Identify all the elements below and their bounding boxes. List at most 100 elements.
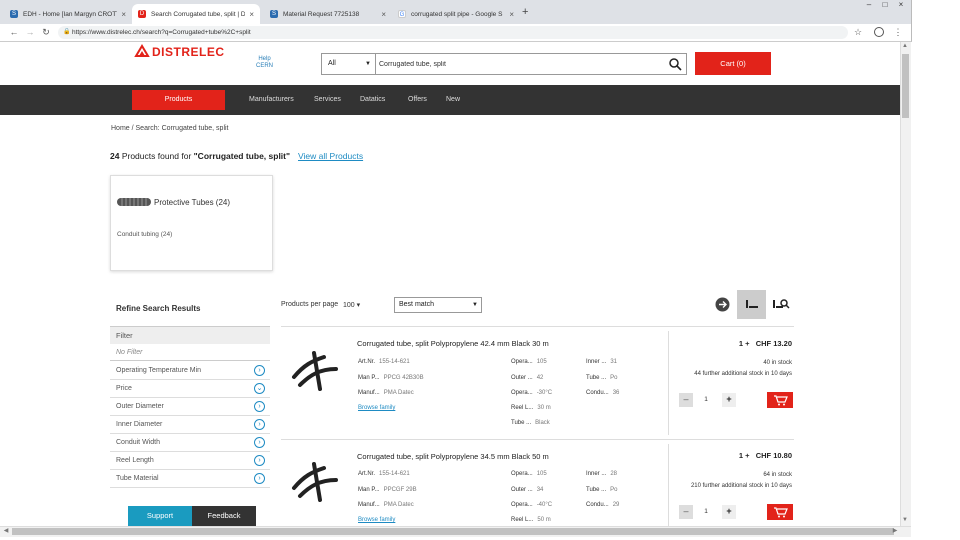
facet-label: Operating Temperature Min	[116, 367, 202, 374]
feedback-button[interactable]: Feedback	[192, 506, 256, 526]
tab-title: Search Corrugated tube, split | D	[151, 10, 246, 18]
close-icon[interactable]: ×	[249, 10, 254, 19]
facet-conduit-width[interactable]: Conduit Width ›	[110, 434, 270, 452]
category-name[interactable]: Protective Tubes (24)	[154, 198, 230, 207]
caret-down-icon: ▼	[365, 61, 371, 67]
view-all-products-link[interactable]: View all Products	[298, 151, 363, 161]
tab-search-distrelec[interactable]: D Search Corrugated tube, split | D ×	[132, 4, 260, 24]
chevron-right-icon[interactable]: ›	[254, 437, 265, 448]
qty-decrease-button[interactable]: –	[679, 393, 693, 407]
product-title[interactable]: Corrugated tube, split Polypropylene 34.…	[357, 452, 549, 461]
tab-bar: S EDH - Home [Ian Margyn CROTT/ × D Sear…	[0, 0, 912, 24]
chevron-right-icon[interactable]: ›	[254, 455, 265, 466]
compare-view-icon[interactable]	[708, 290, 737, 319]
facet-label: Tube Material	[116, 475, 159, 482]
spec-key: Inner ...	[586, 471, 607, 477]
tab-google[interactable]: G corrugated split pipe - Google S ×	[392, 4, 520, 24]
distrelec-logo-icon	[134, 44, 150, 57]
product-image	[292, 351, 338, 391]
chevron-right-icon[interactable]: ›	[254, 365, 265, 376]
add-to-cart-button[interactable]	[767, 392, 793, 408]
url-text: https://www.distrelec.ch/search?q=Corrug…	[72, 29, 251, 36]
scroll-up-arrow-icon[interactable]: ▲	[900, 43, 910, 49]
category-card[interactable]: Protective Tubes (24) Conduit tubing (24…	[110, 175, 273, 271]
chevron-right-icon[interactable]: ›	[254, 401, 265, 412]
main-nav: Products Manufacturers Services Datatics…	[0, 85, 900, 115]
search-category-value: All	[328, 60, 336, 67]
window-close-icon[interactable]: ×	[894, 0, 908, 10]
menu-dots-icon[interactable]: ⋮	[892, 27, 904, 38]
search-category-select[interactable]: All ▼	[322, 54, 376, 74]
spec-tube-colour: Tube ... Black	[511, 420, 550, 426]
nav-offers[interactable]: Offers	[408, 85, 427, 115]
distrelec-logo[interactable]: DISTRELEC	[152, 45, 225, 59]
product-title[interactable]: Corrugated tube, split Polypropylene 42.…	[357, 339, 549, 348]
qty-input[interactable]: 1	[697, 393, 715, 407]
facet-outer-diameter[interactable]: Outer Diameter ›	[110, 398, 270, 416]
scroll-down-arrow-icon[interactable]: ▼	[900, 517, 910, 523]
close-icon[interactable]: ×	[509, 10, 514, 19]
filter-header: Filter	[110, 326, 270, 344]
spec-key: Opera...	[511, 471, 533, 477]
stock-info: 64 in stock	[763, 472, 792, 478]
facet-tube-material[interactable]: Tube Material ›	[110, 470, 270, 488]
chevron-right-icon[interactable]: ›	[254, 473, 265, 484]
facet-operating-temperature[interactable]: Operating Temperature Min ›	[110, 362, 270, 380]
support-button[interactable]: Support	[128, 506, 192, 526]
vertical-scroll-thumb[interactable]	[902, 54, 909, 118]
nav-manufacturers[interactable]: Manufacturers	[249, 85, 294, 115]
minimize-icon[interactable]: –	[862, 0, 876, 10]
forward-icon[interactable]: →	[24, 27, 36, 37]
facet-reel-length[interactable]: Reel Length ›	[110, 452, 270, 470]
browse-family-link[interactable]: Browse family	[358, 405, 395, 411]
scroll-right-arrow-icon[interactable]: ▶	[890, 527, 900, 534]
back-icon[interactable]: ←	[8, 27, 20, 37]
sort-select[interactable]: Best match ▼	[394, 297, 482, 313]
facet-price[interactable]: Price ⌄	[110, 380, 270, 398]
facet-label: Price	[116, 385, 132, 392]
breadcrumb[interactable]: Home / Search: Corrugated tube, split	[111, 125, 229, 132]
qty-decrease-button[interactable]: –	[679, 505, 693, 519]
spec-value: -40°C	[536, 502, 553, 508]
spec-key: Art.Nr.	[358, 359, 376, 365]
chevron-right-icon[interactable]: ›	[254, 419, 265, 430]
nav-products[interactable]: Products	[132, 90, 225, 110]
horizontal-scroll-thumb[interactable]	[12, 528, 894, 535]
url-field[interactable]: 🔒 https://www.distrelec.ch/search?q=Corr…	[58, 26, 848, 39]
search-input[interactable]	[378, 54, 658, 74]
add-to-cart-button[interactable]	[767, 504, 793, 520]
nav-datatics[interactable]: Datatics	[360, 85, 385, 115]
cart-button[interactable]: Cart (0)	[695, 52, 771, 75]
facet-inner-diameter[interactable]: Inner Diameter ›	[110, 416, 270, 434]
qty-increase-button[interactable]: +	[722, 393, 736, 407]
spec-key: Condu...	[586, 390, 609, 396]
spec-reel-length: Reel L... 30 m	[511, 405, 551, 411]
maximize-icon[interactable]: □	[878, 0, 892, 10]
tab-edh[interactable]: S EDH - Home [Ian Margyn CROTT/ ×	[4, 4, 132, 24]
spec-key: Outer ...	[511, 375, 533, 381]
cern-link[interactable]: Help CERN	[256, 56, 273, 70]
chevron-down-icon[interactable]: ⌄	[254, 383, 265, 394]
qty-input[interactable]: 1	[697, 505, 715, 519]
products-per-page-select[interactable]: 100 ▾	[343, 301, 360, 309]
close-icon[interactable]: ×	[121, 10, 126, 19]
scroll-left-arrow-icon[interactable]: ◀	[1, 527, 11, 534]
list-view-icon[interactable]	[737, 290, 766, 319]
close-icon[interactable]: ×	[381, 10, 386, 19]
subcategory-link[interactable]: Conduit tubing (24)	[117, 231, 172, 238]
reload-icon[interactable]: ↻	[40, 27, 52, 38]
spec-tube-material: Tube ... Po	[586, 375, 617, 381]
profile-icon[interactable]	[874, 27, 884, 37]
browse-family-link[interactable]: Browse family	[358, 517, 395, 523]
bookmark-star-icon[interactable]: ☆	[852, 27, 864, 38]
nav-services[interactable]: Services	[314, 85, 341, 115]
search-icon[interactable]	[668, 57, 682, 71]
spec-value: PMA Datec	[383, 502, 414, 508]
new-tab-button[interactable]: +	[522, 6, 528, 18]
qty-increase-button[interactable]: +	[722, 505, 736, 519]
nav-new[interactable]: New	[446, 85, 460, 115]
spec-man-part: Man P... PPCG 42B30B	[358, 375, 424, 381]
detail-view-icon[interactable]	[766, 290, 795, 319]
tab-material-request[interactable]: S Material Request 7725138 ×	[264, 4, 392, 24]
caret-down-icon: ▾	[356, 302, 361, 309]
